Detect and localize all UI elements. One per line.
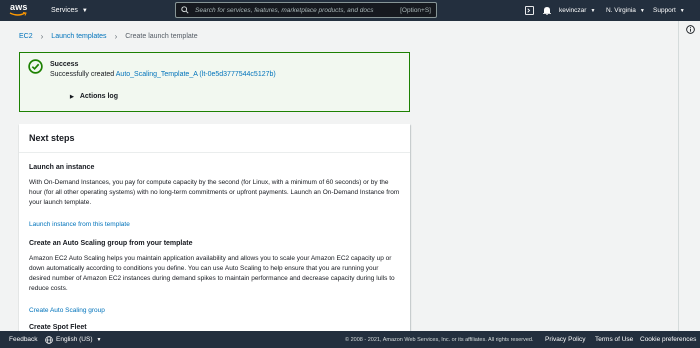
section-heading: Create an Auto Scaling group from your t… (29, 240, 193, 247)
globe-icon (45, 335, 53, 344)
privacy-policy-link[interactable]: Privacy Policy (545, 331, 585, 348)
section-description: Amazon EC2 Auto Scaling helps you mainta… (29, 255, 395, 292)
services-label: Services (51, 7, 78, 14)
section-description: With On-Demand Instances, you pay for co… (29, 179, 400, 206)
account-name: kevinczar (559, 7, 587, 14)
search-bar[interactable]: [Option+S] (175, 2, 437, 18)
next-steps-title: Next steps (29, 133, 75, 143)
caret-down-icon: ▼ (679, 7, 685, 14)
success-flash-message: Success Successfully created Auto_Scalin… (19, 52, 410, 112)
create-auto-scaling-group-link[interactable]: Create Auto Scaling group (29, 307, 105, 314)
cookie-preferences-link[interactable]: Cookie preferences (640, 331, 696, 348)
auto-scaling-section: Create an Auto Scaling group from your t… (29, 240, 401, 317)
actions-log-toggle[interactable]: ▶ Actions log (70, 93, 118, 100)
language-selector[interactable]: English (US) ▼ (45, 331, 101, 348)
support-menu-button[interactable]: Support ▼ (653, 0, 685, 21)
search-input[interactable] (195, 6, 401, 14)
section-heading: Create Spot Fleet (29, 324, 87, 331)
top-navigation-bar: aws Services ▼ [Option+S] kevinczar ▼ (0, 0, 700, 21)
services-menu-button[interactable]: Services ▼ (51, 0, 88, 21)
breadcrumb-current: Create launch template (125, 32, 198, 40)
flash-message: Successfully created Auto_Scaling_Templa… (50, 71, 276, 78)
launch-template-link[interactable]: Auto_Scaling_Template_A (lt-0e5d3777544c… (116, 71, 276, 78)
actions-log-label: Actions log (79, 93, 118, 100)
content-divider (678, 21, 679, 331)
region-name: N. Virginia (606, 7, 636, 14)
caret-down-icon: ▼ (81, 7, 88, 14)
flash-title: Success (50, 61, 79, 68)
caret-down-icon: ▼ (639, 7, 645, 14)
next-steps-panel: Next steps Launch an instance With On-De… (19, 124, 410, 344)
breadcrumb-ec2[interactable]: EC2 (19, 33, 33, 40)
search-shortcut-hint: [Option+S] (400, 6, 431, 14)
caret-down-icon: ▼ (96, 336, 102, 343)
caret-right-icon: ▶ (70, 93, 74, 100)
language-label: English (US) (56, 336, 93, 343)
flash-message-text: Successfully created (50, 71, 116, 78)
chevron-right-icon: › (40, 31, 44, 41)
notifications-button[interactable] (543, 0, 551, 21)
breadcrumb: EC2 › Launch templates › Create launch t… (19, 30, 198, 42)
next-steps-header: Next steps (19, 124, 410, 153)
section-heading: Launch an instance (29, 164, 95, 171)
search-icon (181, 6, 189, 14)
terms-of-use-link[interactable]: Terms of Use (595, 331, 633, 348)
aws-smile-icon (9, 12, 27, 16)
cloudshell-button[interactable] (525, 0, 534, 21)
chevron-right-icon: › (114, 31, 118, 41)
success-check-icon (28, 59, 43, 74)
cloudshell-icon (525, 6, 534, 15)
launch-instance-link[interactable]: Launch instance from this template (29, 221, 130, 228)
caret-down-icon: ▼ (590, 7, 596, 14)
feedback-link[interactable]: Feedback (9, 331, 38, 348)
support-label: Support (653, 7, 676, 14)
breadcrumb-launch-templates[interactable]: Launch templates (51, 33, 106, 40)
aws-logo[interactable]: aws (8, 2, 32, 19)
region-selector[interactable]: N. Virginia ▼ (606, 0, 645, 21)
info-icon[interactable] (686, 25, 695, 34)
account-menu-button[interactable]: kevinczar ▼ (559, 0, 595, 21)
footer-bar: Feedback English (US) ▼ © 2008 - 2021, A… (0, 331, 700, 348)
copyright-text: © 2008 - 2021, Amazon Web Services, Inc.… (345, 336, 534, 343)
bell-icon (543, 7, 551, 15)
launch-instance-section: Launch an instance With On-Demand Instan… (29, 164, 401, 231)
